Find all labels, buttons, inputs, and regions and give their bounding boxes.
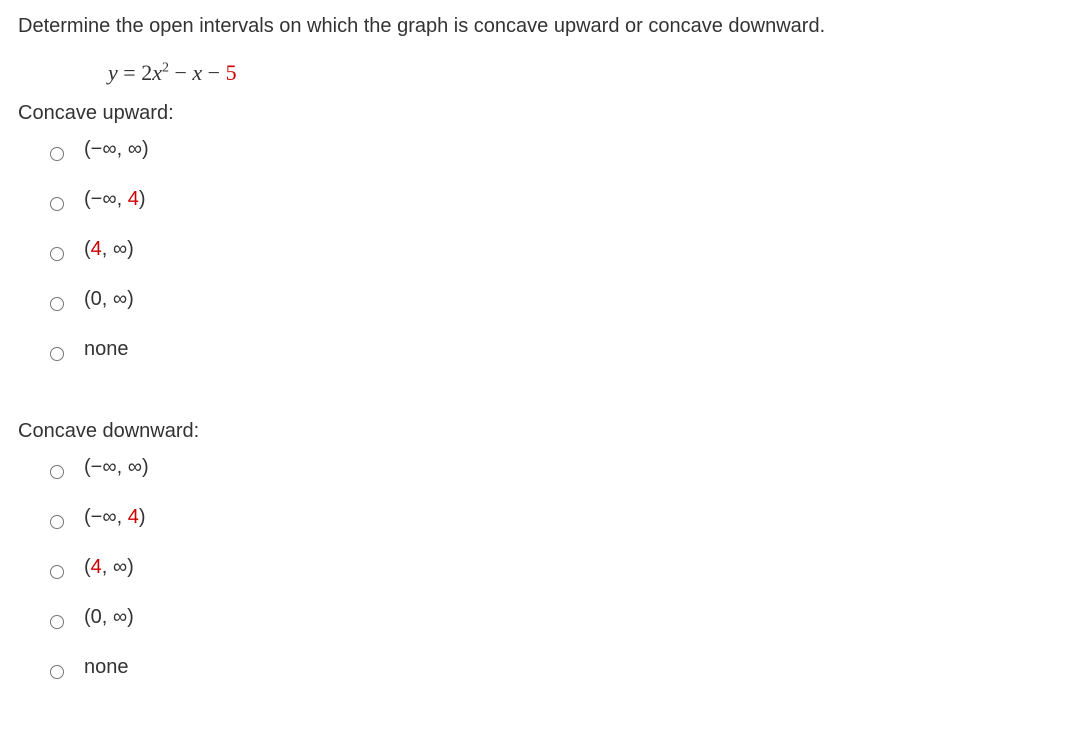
opt-red: 4 (91, 238, 102, 260)
radio-up-2[interactable] (50, 247, 64, 261)
upward-options: (−∞, ∞) (−∞, 4) (4, ∞) (0, ∞) none (50, 135, 1063, 363)
eq-var2: x (192, 60, 202, 85)
opt-pre: none (84, 338, 129, 360)
opt-pre: (−∞, (84, 188, 128, 210)
eq-equals: = (118, 60, 141, 85)
option-text: none (84, 653, 129, 681)
radio-up-0[interactable] (50, 147, 64, 161)
option-text: none (84, 335, 129, 363)
opt-post: , ∞) (102, 556, 134, 578)
opt-red: 4 (128, 188, 139, 210)
option-text: (0, ∞) (84, 285, 134, 313)
upward-option: (4, ∞) (50, 235, 1063, 263)
radio-up-3[interactable] (50, 297, 64, 311)
downward-option: (−∞, 4) (50, 503, 1063, 531)
option-text: (−∞, 4) (84, 185, 146, 213)
opt-post: , ∞) (102, 238, 134, 260)
eq-coef1: 2 (141, 60, 152, 85)
radio-down-2[interactable] (50, 565, 64, 579)
downward-option: none (50, 653, 1063, 681)
opt-pre: ( (84, 556, 91, 578)
opt-pre: (0, ∞) (84, 288, 134, 310)
eq-minus1: − (169, 60, 192, 85)
question-text: Determine the open intervals on which th… (18, 12, 1063, 40)
radio-down-1[interactable] (50, 515, 64, 529)
upward-label: Concave upward: (18, 99, 1063, 127)
downward-options: (−∞, ∞) (−∞, 4) (4, ∞) (0, ∞) none (50, 453, 1063, 681)
opt-red: 4 (91, 556, 102, 578)
option-text: (−∞, ∞) (84, 453, 149, 481)
eq-var1: x (152, 60, 162, 85)
opt-pre: (−∞, ∞) (84, 456, 149, 478)
option-text: (0, ∞) (84, 603, 134, 631)
opt-post: ) (139, 506, 146, 528)
upward-option: none (50, 335, 1063, 363)
radio-down-0[interactable] (50, 465, 64, 479)
upward-option: (−∞, ∞) (50, 135, 1063, 163)
eq-minus2: − (202, 60, 225, 85)
opt-pre: none (84, 656, 129, 678)
opt-post: ) (139, 188, 146, 210)
opt-pre: (−∞, ∞) (84, 138, 149, 160)
eq-exp: 2 (162, 61, 169, 76)
eq-lhs: y (108, 60, 118, 85)
radio-up-4[interactable] (50, 347, 64, 361)
opt-red: 4 (128, 506, 139, 528)
downward-option: (−∞, ∞) (50, 453, 1063, 481)
upward-option: (−∞, 4) (50, 185, 1063, 213)
equation: y = 2x2 − x − 5 (108, 58, 1063, 89)
radio-down-4[interactable] (50, 665, 64, 679)
option-text: (−∞, 4) (84, 503, 146, 531)
radio-up-1[interactable] (50, 197, 64, 211)
opt-pre: ( (84, 238, 91, 260)
upward-option: (0, ∞) (50, 285, 1063, 313)
option-text: (4, ∞) (84, 553, 134, 581)
eq-constant: 5 (226, 60, 237, 85)
radio-down-3[interactable] (50, 615, 64, 629)
opt-pre: (0, ∞) (84, 606, 134, 628)
downward-option: (0, ∞) (50, 603, 1063, 631)
opt-pre: (−∞, (84, 506, 128, 528)
downward-label: Concave downward: (18, 417, 1063, 445)
option-text: (−∞, ∞) (84, 135, 149, 163)
option-text: (4, ∞) (84, 235, 134, 263)
downward-option: (4, ∞) (50, 553, 1063, 581)
